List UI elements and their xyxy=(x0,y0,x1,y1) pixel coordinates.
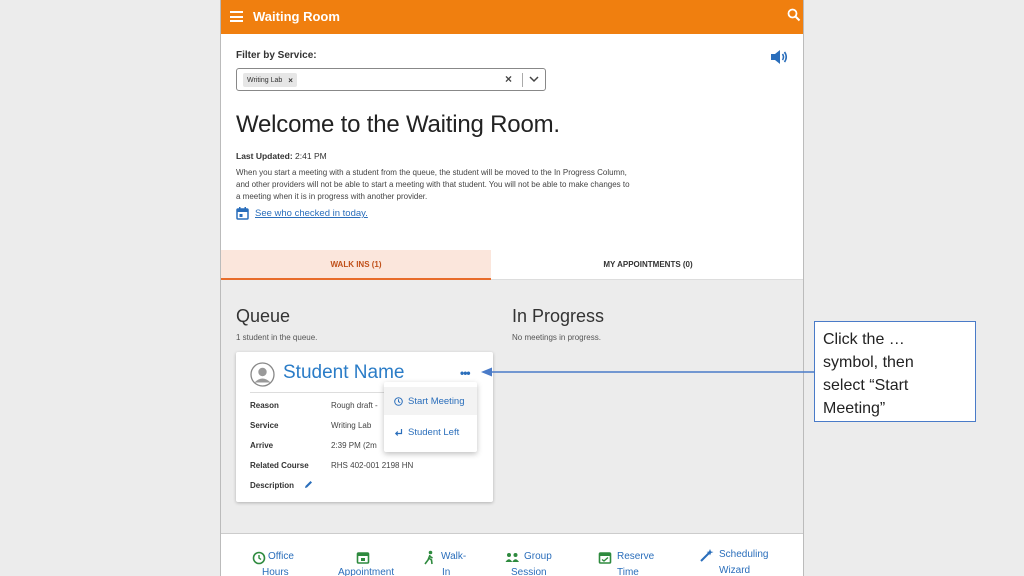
last-updated-label: Last Updated: xyxy=(236,151,293,161)
office-hours-label-1: Office xyxy=(268,551,294,562)
chip-remove-button[interactable]: × xyxy=(288,76,293,85)
calendar-plus-icon xyxy=(356,552,370,564)
clock-icon xyxy=(394,396,403,406)
info-line: and other providers will not be able to … xyxy=(236,180,630,189)
magic-wand-icon xyxy=(700,549,714,562)
group-session-label-1: Group xyxy=(524,551,552,562)
reason-label: Reason xyxy=(250,401,279,410)
service-chip-label: Writing Lab xyxy=(247,76,283,84)
calendar-icon xyxy=(236,207,249,220)
header-panel: Filter by Service: Writing Lab × × Welco… xyxy=(221,34,803,250)
info-text: When you start a meeting with a student … xyxy=(236,167,676,203)
tab-bar: WALK INS (1) MY APPOINTMENTS (0) xyxy=(221,250,803,280)
student-left-label: Student Left xyxy=(408,426,460,438)
annotation-line: Click the … xyxy=(823,331,905,348)
group-icon xyxy=(505,553,519,562)
more-options-button[interactable]: ••• xyxy=(460,367,471,379)
bottom-nav: Office Hours Appointment Walk- In Group … xyxy=(221,534,803,576)
walk-in-label-2: In xyxy=(442,567,451,576)
clear-filter-button[interactable]: × xyxy=(505,72,512,86)
chevron-down-icon[interactable] xyxy=(529,75,539,83)
reason-value: Rough draft - xyxy=(331,401,378,410)
service-chip: Writing Lab × xyxy=(243,73,297,87)
last-updated: Last Updated: 2:41 PM xyxy=(236,151,327,161)
card-options-menu: Start Meeting Student Left xyxy=(384,382,477,452)
service-value: Writing Lab xyxy=(331,421,372,430)
clock-plus-icon xyxy=(252,551,266,565)
annotation-line: Meeting” xyxy=(823,400,886,417)
select-divider xyxy=(522,73,523,87)
annotation-callout: Click the … symbol, then select “Start M… xyxy=(814,321,976,422)
service-filter-select[interactable]: Writing Lab × × xyxy=(236,68,546,91)
service-label: Service xyxy=(250,421,279,430)
tab-walk-ins[interactable]: WALK INS (1) xyxy=(221,250,491,280)
app-window: Waiting Room Filter by Service: Writing … xyxy=(220,0,804,576)
in-progress-title: In Progress xyxy=(512,306,605,326)
start-meeting-label: Start Meeting xyxy=(408,395,465,407)
arrive-label: Arrive xyxy=(250,441,274,450)
calendar-check-icon xyxy=(598,552,612,564)
hamburger-menu-icon[interactable] xyxy=(230,11,243,22)
tab-my-appointments[interactable]: MY APPOINTMENTS (0) xyxy=(491,250,803,280)
page-title: Welcome to the Waiting Room. xyxy=(236,111,560,138)
info-line: When you start a meeting with a student … xyxy=(236,168,627,177)
avatar-icon xyxy=(250,362,275,387)
description-label: Description xyxy=(250,481,295,490)
filter-label: Filter by Service: xyxy=(236,50,317,61)
checked-in-row: See who checked in today. xyxy=(236,207,368,220)
student-name[interactable]: Student Name xyxy=(283,362,404,384)
last-updated-value: 2:41 PM xyxy=(295,151,327,161)
info-line: a meeting when it is in progress with an… xyxy=(236,192,428,201)
app-title: Waiting Room xyxy=(253,9,340,24)
arrive-value: 2:39 PM (2m xyxy=(331,441,377,450)
annotation-line: select “Start xyxy=(823,377,909,394)
checked-in-link[interactable]: See who checked in today. xyxy=(255,208,368,219)
scheduling-wizard-label-1: Scheduling xyxy=(719,549,769,560)
reserve-time-label-2: Time xyxy=(617,567,639,576)
in-progress-subtitle: No meetings in progress. xyxy=(512,333,601,342)
student-left-menu-item[interactable]: Student Left xyxy=(384,418,477,446)
walk-in-label-1: Walk- xyxy=(441,551,467,562)
annotation-line: symbol, then xyxy=(823,354,914,371)
related-course-label: Related Course xyxy=(250,461,309,470)
start-meeting-menu-item[interactable]: Start Meeting xyxy=(384,387,477,415)
walk-in-icon xyxy=(424,550,433,565)
search-icon[interactable] xyxy=(787,8,801,22)
top-bar: Waiting Room xyxy=(221,0,803,34)
pencil-icon[interactable] xyxy=(304,480,313,489)
queue-subtitle: 1 student in the queue. xyxy=(236,333,318,342)
appointment-label: Appointment xyxy=(338,567,395,576)
queue-title: Queue xyxy=(236,306,291,326)
scheduling-wizard-label-2: Wizard xyxy=(719,565,751,576)
return-arrow-icon xyxy=(394,428,403,436)
speaker-icon[interactable] xyxy=(770,49,788,65)
related-course-value: RHS 402-001 2198 HN xyxy=(331,461,414,470)
group-session-label-2: Session xyxy=(511,567,547,576)
office-hours-label-2: Hours xyxy=(262,567,289,576)
reserve-time-label-1: Reserve xyxy=(617,551,655,562)
